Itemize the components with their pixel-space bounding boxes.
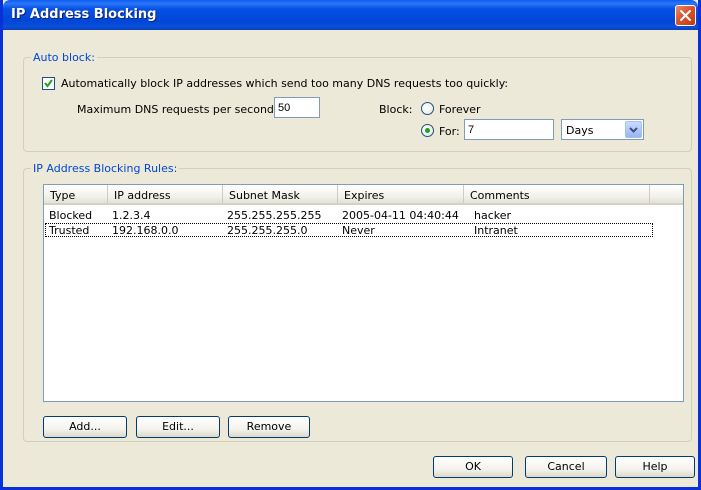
cell-expires: 2005-04-11 04:40:44: [342, 209, 459, 222]
add-button[interactable]: Add...: [43, 416, 127, 438]
for-duration-input[interactable]: [464, 119, 554, 140]
forever-radio-label[interactable]: Forever: [439, 103, 481, 116]
column-header-subnet-mask[interactable]: Subnet Mask: [223, 185, 338, 203]
cell-type: Trusted: [49, 224, 90, 237]
blocking-rules-legend: IP Address Blocking Rules:: [31, 162, 180, 175]
close-icon: [680, 10, 691, 21]
duration-unit-select[interactable]: Days: [561, 119, 644, 140]
for-radio[interactable]: [421, 124, 434, 137]
block-label: Block:: [379, 103, 413, 116]
for-radio-label[interactable]: For:: [439, 125, 460, 138]
cell-ip: 1.2.3.4: [112, 209, 151, 222]
table-row[interactable]: Trusted 192.168.0.0 255.255.255.0 Never …: [45, 223, 653, 237]
rules-list[interactable]: Type IP address Subnet Mask Expires Comm…: [43, 184, 684, 402]
max-requests-label: Maximum DNS requests per second:: [77, 103, 278, 116]
cell-ip: 192.168.0.0: [112, 224, 179, 237]
cancel-button[interactable]: Cancel: [525, 456, 607, 478]
dialog-window: IP Address Blocking Auto block: Automati…: [0, 0, 701, 490]
cell-mask: 255.255.255.0: [227, 224, 308, 237]
column-header-expires[interactable]: Expires: [338, 185, 464, 203]
edit-button[interactable]: Edit...: [136, 416, 220, 438]
radio-selected-dot: [425, 128, 430, 133]
window-title: IP Address Blocking: [11, 7, 157, 22]
table-row[interactable]: Blocked 1.2.3.4 255.255.255.255 2005-04-…: [45, 209, 653, 223]
chevron-down-icon: [629, 127, 638, 133]
ok-button[interactable]: OK: [433, 456, 513, 478]
checkmark-icon: [44, 79, 53, 88]
list-header: Type IP address Subnet Mask Expires Comm…: [44, 185, 683, 205]
column-header-comments[interactable]: Comments: [464, 185, 650, 203]
dropdown-button[interactable]: [625, 121, 642, 138]
column-header-type[interactable]: Type: [44, 185, 108, 203]
cell-comments: Intranet: [474, 224, 518, 237]
close-button[interactable]: [675, 5, 696, 26]
cell-expires: Never: [342, 224, 375, 237]
auto-block-checkbox-label[interactable]: Automatically block IP addresses which s…: [61, 77, 508, 90]
auto-block-group: Auto block: Automatically block IP addre…: [23, 51, 692, 152]
duration-unit-value: Days: [566, 124, 594, 137]
auto-block-checkbox[interactable]: [42, 77, 55, 90]
help-button[interactable]: Help: [615, 456, 695, 478]
forever-radio[interactable]: [421, 102, 434, 115]
column-header-ip-address[interactable]: IP address: [108, 185, 223, 203]
title-bar[interactable]: IP Address Blocking: [3, 0, 698, 30]
cell-comments: hacker: [474, 209, 512, 222]
auto-block-legend: Auto block:: [31, 51, 97, 64]
max-requests-input[interactable]: [274, 97, 320, 118]
cell-mask: 255.255.255.255: [227, 209, 322, 222]
cell-type: Blocked: [49, 209, 93, 222]
remove-button[interactable]: Remove: [228, 416, 310, 438]
